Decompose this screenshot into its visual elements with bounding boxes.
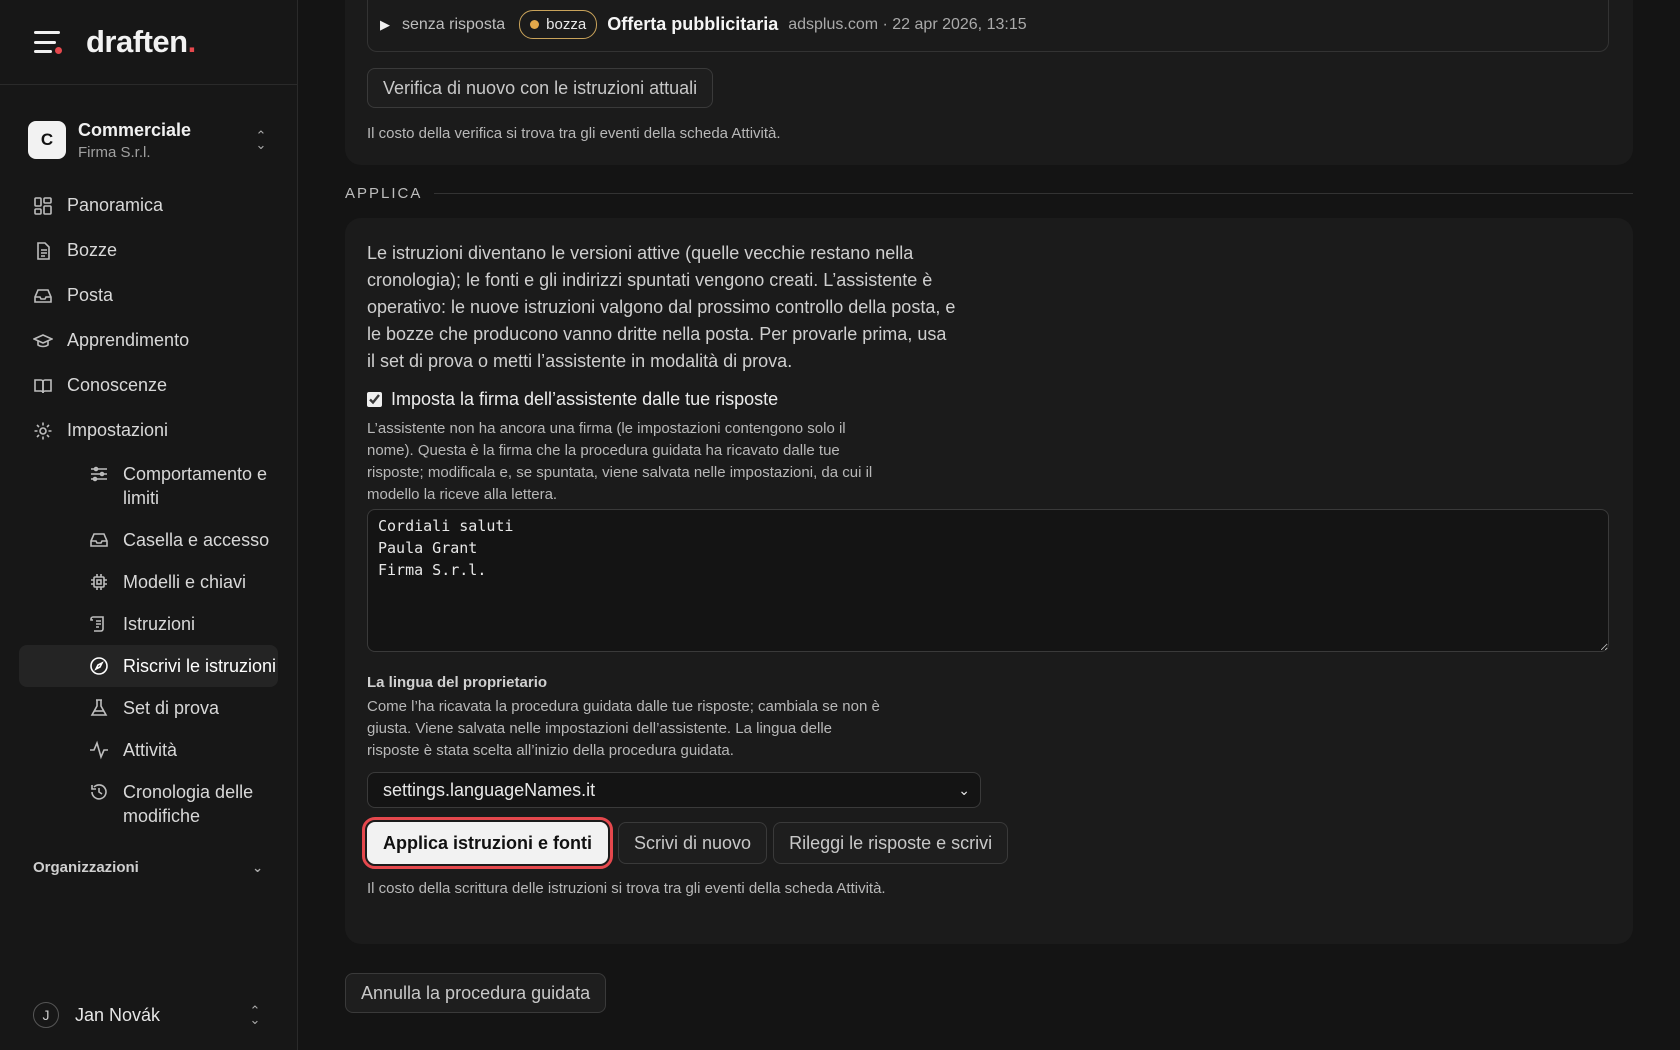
inbox-icon	[89, 530, 109, 550]
signature-help: L’assistente non ha ancora una firma (le…	[367, 420, 873, 503]
chip-icon	[89, 572, 109, 592]
subnav-item-cronologia[interactable]: Cronologia delle modifiche	[19, 771, 278, 837]
apply-instructions-button[interactable]: Applica istruzioni e fonti	[361, 817, 614, 869]
nav-label: Conoscenze	[67, 375, 168, 395]
main-nav: Panoramica Bozze Posta Apprendimento Con…	[0, 183, 297, 837]
dashboard-icon	[33, 196, 53, 216]
chevron-up-down-icon: ⌃ ⌄	[249, 1003, 261, 1027]
user-menu[interactable]: J Jan Novák ⌃ ⌄	[33, 1002, 263, 1028]
nav-label: Posta	[67, 285, 114, 305]
signature-checkbox-row: Imposta la firma dell’assistente dalle t…	[367, 389, 778, 410]
subnav-item-set-di-prova[interactable]: Set di prova	[19, 687, 278, 729]
reread-and-write-button[interactable]: Rileggi le risposte e scrivi	[773, 822, 1009, 864]
subnav-label: Modelli e chiavi	[123, 572, 247, 592]
workspace-avatar: C	[28, 121, 66, 159]
inbox-icon	[33, 286, 53, 306]
nav-label: Impostazioni	[67, 420, 169, 440]
nav-label: Bozze	[67, 240, 118, 260]
brand-bar: draften.	[0, 0, 297, 85]
nav-item-posta[interactable]: Posta	[0, 273, 297, 318]
language-select[interactable]: settings.languageNames.it ⌄	[367, 772, 981, 808]
signature-checkbox[interactable]	[367, 392, 382, 407]
message-meta: adsplus.com · 22 apr 2026, 13:15	[788, 15, 1027, 33]
organizations-toggle[interactable]: Organizzazioni ⌄	[33, 859, 263, 876]
apply-card: Le istruzioni diventano le versioni atti…	[345, 218, 1633, 944]
verify-again-button[interactable]: Verifica di nuovo con le istruzioni attu…	[367, 68, 714, 108]
reply-status: senza risposta	[402, 15, 506, 33]
section-title: APPLICA	[345, 185, 423, 202]
sliders-icon	[89, 464, 109, 484]
logo[interactable]: draften.	[86, 24, 196, 60]
chevron-down-icon: ⌄	[252, 859, 263, 875]
nav-item-apprendimento[interactable]: Apprendimento	[0, 318, 297, 363]
scroll-icon	[89, 614, 109, 634]
signature-textarea[interactable]: Cordiali saluti Paula Grant Firma S.r.l.	[367, 509, 1609, 652]
language-label: La lingua del proprietario	[367, 674, 548, 691]
subnav-label: Set di prova	[123, 698, 220, 718]
cancel-wizard-button[interactable]: Annulla la procedura guidata	[345, 973, 607, 1013]
graduation-cap-icon	[33, 331, 53, 351]
workspace-name: Commerciale	[78, 119, 192, 140]
nav-item-bozze[interactable]: Bozze	[0, 228, 297, 273]
subnav-label: Riscrivi le istruzioni	[123, 656, 277, 676]
book-icon	[33, 376, 53, 396]
organizations-label: Organizzazioni	[33, 859, 139, 876]
activity-icon	[89, 740, 109, 760]
signature-checkbox-label[interactable]: Imposta la firma dell’assistente dalle t…	[391, 389, 778, 410]
rewrite-button[interactable]: Scrivi di nuovo	[618, 822, 768, 864]
document-icon	[33, 241, 53, 261]
sidebar: draften. C Commerciale Firma S.r.l. ⌃ ⌄ P…	[0, 0, 298, 1050]
flask-icon	[89, 698, 109, 718]
chevron-down-icon: ⌄	[958, 781, 970, 798]
subnav-label: Istruzioni	[123, 614, 196, 634]
nav-item-impostazioni[interactable]: Impostazioni	[0, 408, 297, 453]
subnav-label: Attività	[123, 740, 178, 760]
apply-actions: Applica istruzioni e fonti Scrivi di nuo…	[361, 817, 1014, 869]
subnav-item-riscrivi[interactable]: Riscrivi le istruzioni	[19, 645, 278, 687]
write-cost-note: Il costo della scrittura delle istruzion…	[367, 880, 886, 897]
avatar: J	[33, 1002, 59, 1028]
subnav-label: Cronologia delle modifiche	[123, 782, 254, 826]
verify-cost-note: Il costo della verifica si trova tra gli…	[367, 125, 781, 142]
verification-card: ▶ senza risposta bozza Offerta pubblicit…	[345, 0, 1633, 165]
chevron-up-down-icon: ⌃ ⌄	[255, 128, 267, 152]
nav-label: Apprendimento	[67, 330, 190, 350]
subnav-item-istruzioni[interactable]: Istruzioni	[19, 603, 278, 645]
nav-item-conoscenze[interactable]: Conoscenze	[0, 363, 297, 408]
subnav-label: Comportamento e limiti	[123, 464, 268, 508]
workspace-subtitle: Firma S.r.l.	[78, 143, 151, 161]
gear-icon	[33, 421, 53, 441]
subnav-item-modelli[interactable]: Modelli e chiavi	[19, 561, 278, 603]
subnav-label: Casella e accesso	[123, 530, 270, 550]
nav-item-panoramica[interactable]: Panoramica	[0, 183, 297, 228]
main-content: ▶ senza risposta bozza Offerta pubblicit…	[298, 0, 1680, 1050]
subnav-item-attivita[interactable]: Attività	[19, 729, 278, 771]
status-badge: bozza	[519, 10, 598, 39]
message-title: Offerta pubblicitaria	[607, 14, 779, 34]
subnav-item-casella[interactable]: Casella e accesso	[19, 519, 278, 561]
play-icon[interactable]: ▶	[380, 17, 390, 33]
compass-icon	[89, 656, 109, 676]
history-icon	[89, 782, 109, 802]
subnav-item-comportamento[interactable]: Comportamento e limiti	[19, 453, 278, 519]
language-help: Come l’ha ricavata la procedura guidata …	[367, 698, 880, 759]
menu-icon[interactable]	[34, 31, 62, 54]
section-header-applica: APPLICA	[345, 185, 1633, 202]
apply-intro: Le istruzioni diventano le versioni atti…	[367, 243, 956, 371]
message-row[interactable]: ▶ senza risposta bozza Offerta pubblicit…	[367, 0, 1609, 52]
workspace-switcher[interactable]: C Commerciale Firma S.r.l. ⌃ ⌄	[28, 117, 269, 163]
language-select-value: settings.languageNames.it	[383, 779, 596, 800]
user-name: Jan Novák	[75, 1004, 161, 1025]
nav-label: Panoramica	[67, 195, 164, 215]
